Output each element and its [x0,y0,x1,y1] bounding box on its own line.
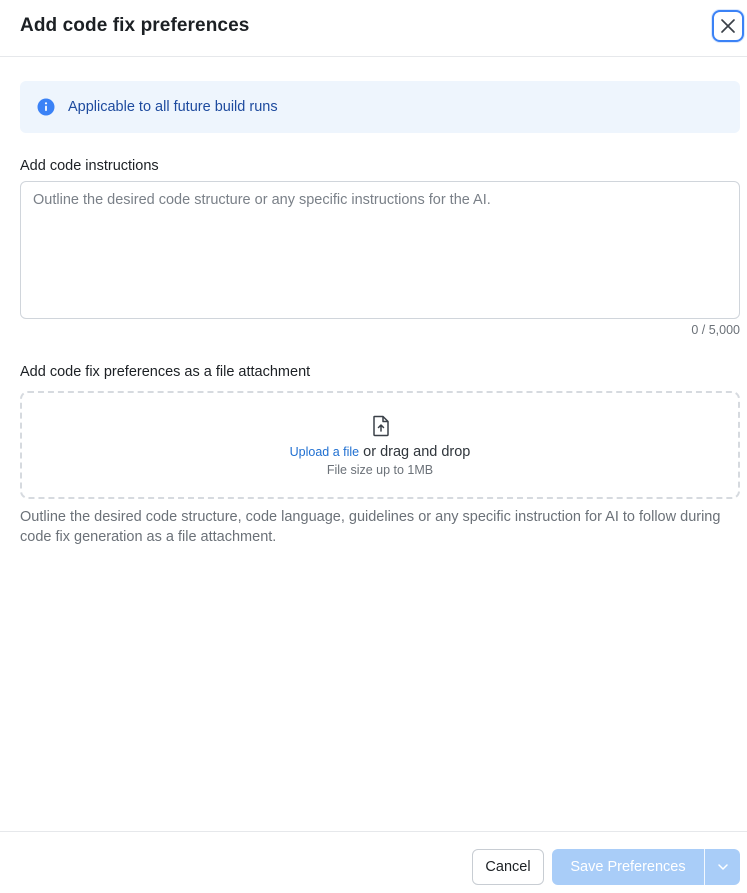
split-divider [704,849,705,885]
file-upload-icon [372,415,390,437]
drag-drop-text: or drag and drop [363,444,471,460]
banner-text: Applicable to all future build runs [68,99,278,115]
upload-instructions: Upload a file or drag and drop [22,444,738,460]
attachment-helper-text: Outline the desired code structure, code… [20,509,721,545]
file-size-limit: File size up to 1MB [326,463,434,477]
dialog-header: Add code fix preferences [0,0,747,57]
code-fix-preferences-dialog: Add code fix preferences Applicable to a… [0,0,747,893]
instructions-textarea[interactable] [20,181,740,319]
save-options-dropdown-button[interactable] [705,849,740,885]
upload-file-link[interactable]: Upload a file [290,445,360,459]
info-banner: Applicable to all future build runs [20,81,740,133]
save-split-button: Save Preferences [552,849,740,885]
attachment-label: Add code fix preferences as a file attac… [20,364,311,380]
close-icon [720,18,736,34]
file-dropzone[interactable]: Upload a file or drag and drop File size… [20,391,740,499]
chevron-down-icon [717,863,729,871]
close-button[interactable] [712,10,744,42]
info-icon [37,98,55,116]
save-preferences-button[interactable]: Save Preferences [552,849,704,885]
character-counter: 0 / 5,000 [691,323,740,337]
instructions-label: Add code instructions [20,158,159,174]
cancel-button[interactable]: Cancel [472,849,544,885]
dialog-footer: Cancel Save Preferences [0,831,747,893]
dialog-title: Add code fix preferences [20,15,250,36]
